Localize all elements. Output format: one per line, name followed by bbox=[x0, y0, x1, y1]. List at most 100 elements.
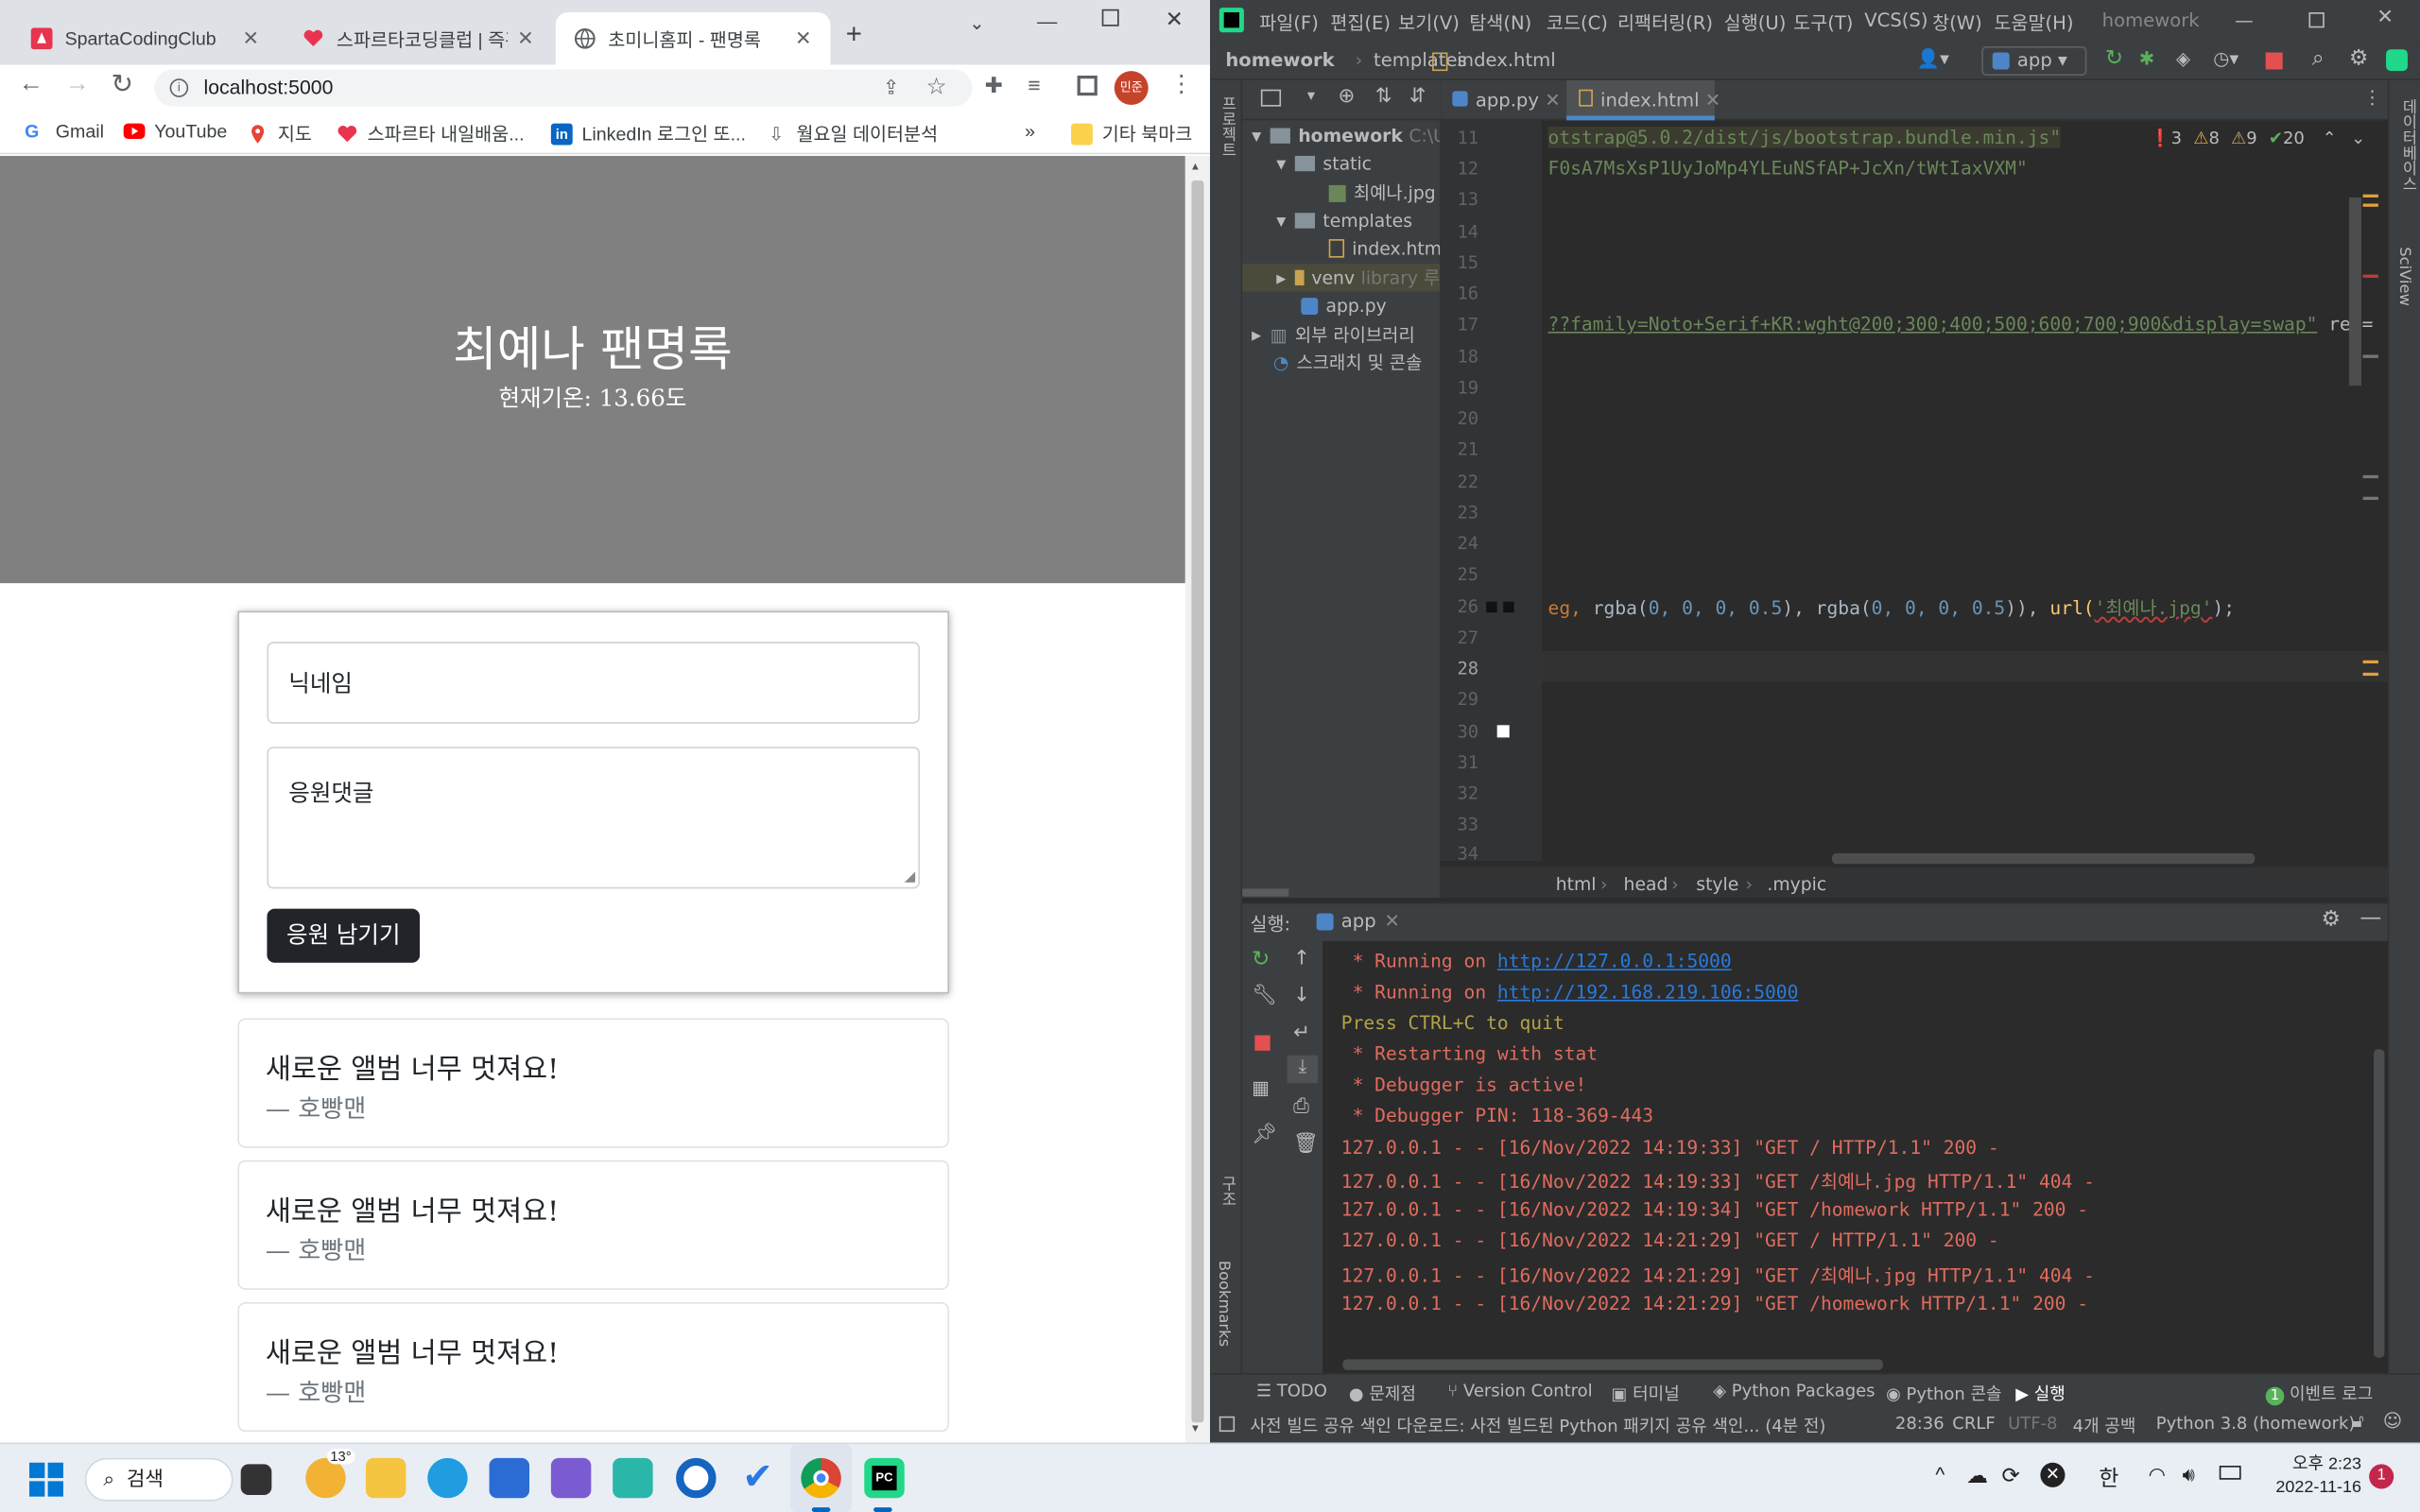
problems-tab[interactable]: ● 문제점 bbox=[1349, 1381, 1416, 1405]
code-line-26[interactable]: eg, rgba(0, 0, 0, 0.5), rgba(0, 0, 0, 0.… bbox=[1548, 594, 2236, 621]
close-tab-icon[interactable]: ✕ bbox=[242, 26, 259, 51]
tree-hscrollbar[interactable] bbox=[1242, 888, 1289, 897]
python-packages-tab[interactable]: ◈ Python Packages bbox=[1713, 1381, 1875, 1400]
menu-file[interactable]: 파일(F) bbox=[1259, 9, 1319, 36]
error-stripe-mark[interactable] bbox=[2362, 660, 2378, 664]
bookmark-maps[interactable]: 지도 bbox=[247, 120, 312, 146]
error-stripe-mark[interactable] bbox=[2362, 474, 2378, 479]
submit-comment-button[interactable]: 응원 남기기 bbox=[267, 908, 421, 963]
tree-item-app-py[interactable]: app.py bbox=[1301, 295, 1387, 317]
collapse-all-icon[interactable]: ⇵ bbox=[1409, 85, 1426, 108]
scroll-to-end-icon[interactable]: ⤓ bbox=[1287, 1055, 1319, 1084]
run-console-output[interactable]: * Running on http://127.0.0.1:5000 * Run… bbox=[1322, 940, 2388, 1374]
run-config-select[interactable]: app ▾ bbox=[1981, 45, 2087, 76]
reload-icon[interactable]: ↻ bbox=[112, 69, 133, 100]
crumb-selector[interactable]: .mypic bbox=[1767, 873, 1826, 895]
scroll-down-icon[interactable]: ▼ bbox=[1190, 1424, 1201, 1435]
console-hscrollbar[interactable] bbox=[1342, 1359, 1883, 1370]
bookmark-linkedin[interactable]: in LinkedIn 로그인 또... bbox=[550, 120, 746, 146]
profile-run-icon[interactable]: ◷▾ bbox=[2213, 48, 2238, 70]
error-stripe-mark[interactable] bbox=[2362, 354, 2378, 358]
line-separator[interactable]: CRLF bbox=[1952, 1414, 1995, 1434]
crumb-style[interactable]: style bbox=[1696, 873, 1738, 895]
close-tab-icon[interactable]: ✕ bbox=[517, 26, 534, 51]
error-stripe-mark[interactable] bbox=[2362, 203, 2378, 207]
trash-icon[interactable]: 🗑︎ bbox=[1293, 1132, 1319, 1155]
sync-icon[interactable]: ⟳ bbox=[2002, 1463, 2020, 1489]
maximize-icon[interactable] bbox=[2308, 12, 2325, 28]
structure-tool-tab[interactable]: 구조 bbox=[1215, 1176, 1237, 1207]
sciview-tool-tab[interactable]: SciView bbox=[2395, 247, 2412, 306]
hide-panel-icon[interactable]: — bbox=[2360, 905, 2381, 930]
clock[interactable]: 오후 2:23 2022-11-16 bbox=[2254, 1453, 2361, 1500]
chevron-down-icon[interactable]: ⌄ bbox=[2351, 129, 2365, 148]
ms-store-icon[interactable] bbox=[489, 1457, 529, 1499]
address-bar[interactable]: i localhost:5000 ⇪ ☆ bbox=[154, 69, 973, 107]
python-console-tab[interactable]: ◉ Python 콘솔 bbox=[1886, 1381, 2001, 1405]
caret-position[interactable]: 28:36 bbox=[1895, 1414, 1945, 1434]
tab-search-icon[interactable]: ⌄ bbox=[969, 12, 984, 34]
bookmarks-tool-tab[interactable]: Bookmarks bbox=[1215, 1261, 1232, 1347]
user-icon[interactable]: 👤▾ bbox=[1917, 48, 1949, 70]
maximize-icon[interactable] bbox=[1101, 9, 1119, 26]
comment-textarea[interactable]: 응원댓글 ◢ bbox=[267, 747, 921, 889]
tree-item-venv[interactable]: ▶ venv library 루 bbox=[1242, 264, 1441, 292]
onedrive-icon[interactable]: ☁ bbox=[1966, 1463, 1988, 1489]
minimize-icon[interactable]: — bbox=[1037, 9, 1057, 32]
notifications-icon[interactable]: ☺ bbox=[2383, 1410, 2402, 1432]
project-tool-tab[interactable]: 프로젝트 bbox=[1215, 95, 1237, 157]
menu-view[interactable]: 보기(V) bbox=[1398, 9, 1460, 36]
code-line-17[interactable]: ??family=Noto+Serif+KR:wght@200;300;400;… bbox=[1548, 313, 2374, 335]
notes-app-icon[interactable] bbox=[550, 1457, 592, 1499]
menu-kebab-icon[interactable]: ⋮ bbox=[1170, 69, 1193, 97]
inspection-widget[interactable]: ❗3 ⚠8 ⚠9 ✔20 ⌃ ⌄ bbox=[2150, 129, 2365, 148]
close-tab-icon[interactable]: ✕ bbox=[795, 26, 812, 51]
editor-options-icon[interactable]: ⋮ bbox=[2363, 86, 2382, 108]
error-stripe-mark[interactable] bbox=[2362, 496, 2378, 500]
editor-tab-app-py[interactable]: app.py ✕ bbox=[1440, 80, 1566, 120]
wifi-icon[interactable]: ◠ bbox=[2149, 1463, 2167, 1487]
minimize-icon[interactable]: — bbox=[2235, 9, 2254, 31]
menu-refactor[interactable]: 리팩터링(R) bbox=[1617, 9, 1713, 36]
file-encoding[interactable]: UTF-8 bbox=[2008, 1414, 2057, 1434]
battery-icon[interactable] bbox=[2219, 1466, 2241, 1480]
console-link[interactable]: http://127.0.0.1:5000 bbox=[1497, 951, 1732, 972]
menu-window[interactable]: 창(W) bbox=[1932, 9, 1982, 36]
indent-setting[interactable]: 4개 공백 bbox=[2073, 1414, 2136, 1438]
project-view-icon[interactable] bbox=[1260, 89, 1282, 107]
back-icon[interactable]: ← bbox=[19, 71, 43, 98]
notification-badge[interactable]: 1 bbox=[2369, 1464, 2394, 1489]
console-link[interactable]: http://192.168.219.106:5000 bbox=[1497, 981, 1798, 1003]
other-bookmarks[interactable]: 기타 북마크 bbox=[1071, 120, 1192, 146]
wrench-icon[interactable]: 🔧︎ bbox=[1252, 985, 1277, 1007]
error-stripe-mark[interactable] bbox=[2362, 672, 2378, 677]
tree-item-project[interactable]: ▼ homework C:\U bbox=[1252, 125, 1446, 146]
code-line-11[interactable]: otstrap@5.0.2/dist/js/bootstrap.bundle.m… bbox=[1547, 126, 2062, 148]
color-swatch-icon[interactable] bbox=[1496, 725, 1510, 738]
tree-item-static[interactable]: ▼ static bbox=[1276, 153, 1372, 175]
error-stripe-mark[interactable] bbox=[2362, 194, 2378, 198]
run-tab-label[interactable]: app bbox=[1341, 910, 1376, 932]
menu-help[interactable]: 도움말(H) bbox=[1994, 9, 2073, 36]
tree-item-scratches[interactable]: ◔ 스크래치 및 콘솔 bbox=[1273, 351, 1422, 375]
menu-tools[interactable]: 도구(T) bbox=[1793, 9, 1853, 36]
expand-all-icon[interactable]: ⇅ bbox=[1375, 85, 1392, 108]
search-icon[interactable]: ⌕ bbox=[2312, 46, 2325, 71]
task-view-icon[interactable] bbox=[240, 1464, 272, 1496]
todo-check-icon[interactable]: ✔ bbox=[737, 1457, 777, 1498]
pin-icon[interactable]: 📌︎ bbox=[1252, 1124, 1277, 1146]
volume-icon[interactable]: 🔊︎ bbox=[2183, 1463, 2195, 1487]
sync-app-icon[interactable] bbox=[613, 1457, 653, 1499]
chevron-up-icon[interactable]: ⌃ bbox=[2323, 129, 2337, 148]
scrollbar-thumb[interactable] bbox=[1191, 180, 1204, 1423]
locate-icon[interactable]: ⊕ bbox=[1339, 85, 1356, 108]
crumb-html[interactable]: html bbox=[1556, 873, 1597, 895]
chrome-icon[interactable] bbox=[801, 1457, 841, 1499]
toolbox-icon[interactable] bbox=[2386, 49, 2408, 72]
browser-tab-active[interactable]: 초미니홈피 - 팬명록 ✕ bbox=[555, 12, 831, 65]
new-tab-button[interactable]: + bbox=[846, 19, 862, 51]
forward-icon[interactable]: → bbox=[65, 71, 90, 98]
close-tab-icon[interactable]: ✕ bbox=[1705, 90, 1720, 112]
version-control-tab[interactable]: ⑂ Version Control bbox=[1447, 1381, 1592, 1400]
windows-start-icon[interactable] bbox=[29, 1462, 63, 1497]
